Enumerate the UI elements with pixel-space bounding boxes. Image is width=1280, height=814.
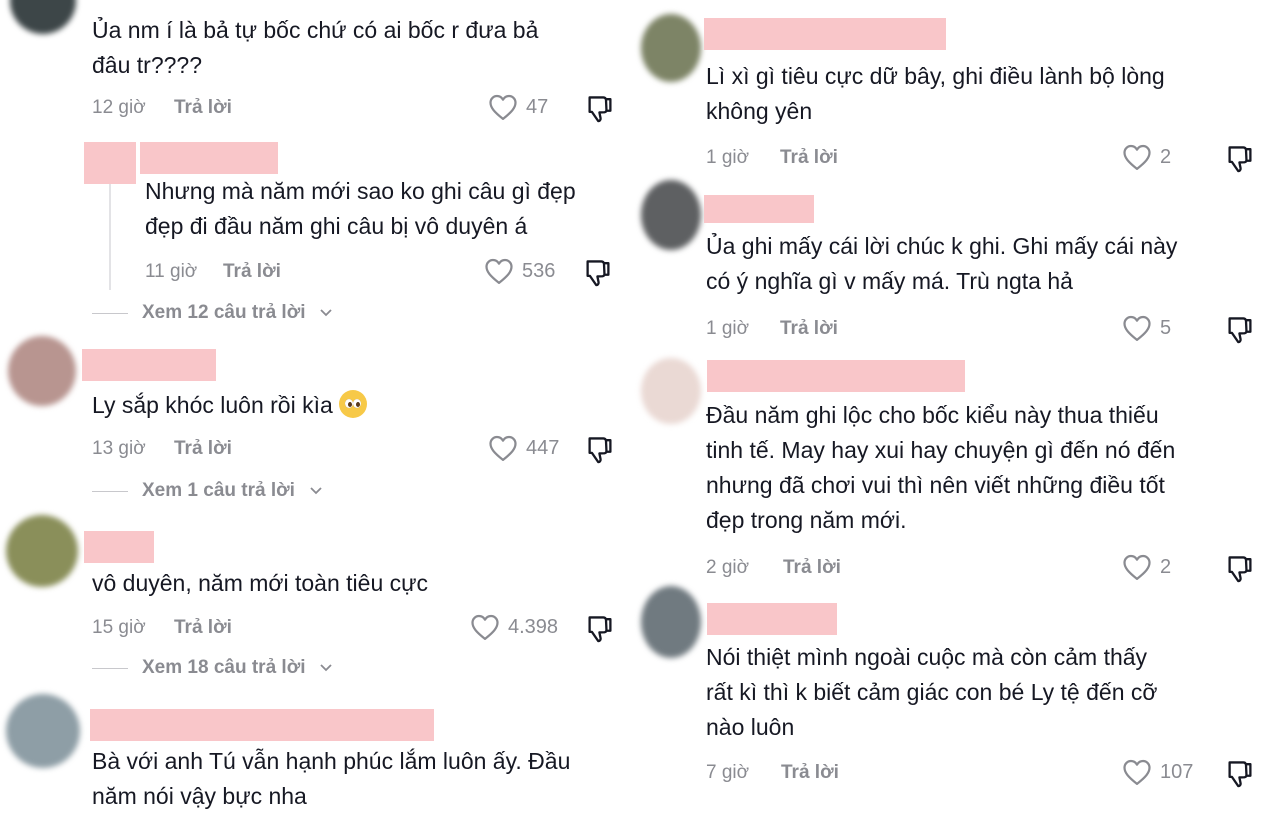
thumbs-down-icon	[1226, 554, 1254, 584]
comment-time: 1 giờ	[706, 147, 750, 168]
username-redacted[interactable]	[704, 18, 946, 50]
thumbs-down-icon	[586, 94, 614, 124]
thumbs-down-icon	[1226, 144, 1254, 174]
username-redacted[interactable]	[140, 142, 278, 174]
dislike-button[interactable]	[584, 258, 612, 288]
avatar[interactable]	[6, 515, 78, 587]
comment-text: Nhưng mà năm mới sao ko ghi câu gì đẹp đ…	[145, 178, 576, 239]
like-button[interactable]: 4.398	[470, 613, 558, 641]
avatar-redacted[interactable]	[84, 142, 136, 184]
dislike-button[interactable]	[586, 435, 614, 465]
like-count: 4.398	[508, 615, 559, 638]
reply-button[interactable]: Trả lời	[780, 318, 838, 340]
thumbs-down-icon	[584, 258, 612, 288]
username-redacted[interactable]	[707, 603, 837, 635]
comment-time: 11 giờ	[145, 261, 198, 282]
reply-button[interactable]: Trả lời	[174, 97, 232, 119]
comment-time: 15 giờ	[92, 617, 146, 638]
view-more-label: Xem 18 câu trả lời	[142, 657, 306, 678]
dislike-button[interactable]	[586, 94, 614, 124]
dislike-button[interactable]	[1226, 315, 1254, 345]
thumbs-down-icon	[586, 614, 614, 644]
comment-text: Ủa nm í là bả tự bốc chứ có ai bốc r đưa…	[92, 17, 539, 78]
comment-time: 13 giờ	[92, 438, 146, 459]
thumbs-down-icon	[586, 435, 614, 465]
comment-time: 2 giờ	[706, 557, 750, 578]
username-redacted[interactable]	[707, 360, 965, 392]
like-button[interactable]: 2	[1122, 553, 1171, 581]
thread-line	[109, 183, 111, 290]
comment-time: 1 giờ	[706, 318, 750, 339]
dislike-button[interactable]	[1226, 144, 1254, 174]
username-redacted[interactable]	[704, 195, 814, 223]
reply-button[interactable]: Trả lời	[174, 438, 232, 460]
comment-text: Đầu năm ghi lộc cho bốc kiểu này thua th…	[706, 402, 1176, 533]
reply-button[interactable]: Trả lời	[781, 762, 839, 784]
like-count: 107	[1160, 760, 1194, 783]
chevron-down-icon	[309, 486, 323, 496]
view-more-replies[interactable]: Xem 1 câu trả lời	[92, 480, 323, 502]
avatar[interactable]	[641, 586, 701, 658]
divider	[92, 312, 128, 314]
chevron-down-icon	[319, 663, 333, 673]
comment-text: Nói thiệt mình ngoài cuộc mà còn cảm thấ…	[706, 644, 1158, 740]
heart-outline-icon	[1122, 758, 1152, 786]
comment-text: Lì xì gì tiêu cực dữ bây, ghi điều lành …	[706, 63, 1165, 124]
avatar[interactable]	[641, 14, 701, 82]
comment-text: Ly sắp khóc luôn rồi kìa	[92, 388, 368, 423]
reply-button[interactable]: Trả lời	[174, 617, 232, 639]
reply-button[interactable]: Trả lời	[780, 147, 838, 169]
heart-outline-icon	[1122, 553, 1152, 581]
view-more-replies[interactable]: Xem 12 câu trả lời	[92, 302, 333, 324]
comment-text: vô duyên, năm mới toàn tiêu cực	[92, 570, 429, 596]
like-button[interactable]: 47	[488, 93, 548, 121]
dislike-button[interactable]	[586, 614, 614, 644]
reply-button[interactable]: Trả lời	[783, 557, 841, 579]
view-more-label: Xem 1 câu trả lời	[142, 480, 295, 501]
avatar[interactable]	[641, 180, 701, 250]
like-count: 2	[1160, 145, 1172, 168]
divider	[92, 490, 128, 492]
reply-button[interactable]: Trả lời	[223, 261, 281, 283]
dislike-button[interactable]	[1226, 554, 1254, 584]
heart-outline-icon	[470, 613, 500, 641]
heart-outline-icon	[488, 434, 518, 462]
like-count: 47	[526, 95, 549, 118]
heart-outline-icon	[484, 257, 514, 285]
username-redacted[interactable]	[90, 709, 434, 741]
thumbs-down-icon	[1226, 315, 1254, 345]
comment-time: 7 giờ	[706, 762, 750, 783]
like-count: 536	[522, 259, 556, 282]
divider	[92, 667, 128, 669]
view-more-label: Xem 12 câu trả lời	[142, 302, 306, 323]
like-button[interactable]: 5	[1122, 314, 1171, 342]
like-count: 5	[1160, 316, 1172, 339]
like-button[interactable]: 107	[1122, 758, 1193, 786]
heart-outline-icon	[1122, 314, 1152, 342]
chevron-down-icon	[319, 308, 333, 318]
comment-column-left: Ủa nm í là bả tự bốc chứ có ai bốc r đưa…	[0, 0, 635, 809]
like-count: 2	[1160, 555, 1172, 578]
like-button[interactable]: 2	[1122, 143, 1171, 171]
like-button[interactable]: 447	[488, 434, 559, 462]
avatar[interactable]	[10, 0, 76, 34]
avatar[interactable]	[6, 694, 80, 768]
pleading-face-emoji	[339, 390, 368, 418]
heart-outline-icon	[488, 93, 518, 121]
comment-text: Bà với anh Tú vẫn hạnh phúc lắm luôn ấy.…	[92, 748, 571, 809]
comment-column-right: Lì xì gì tiêu cực dữ bây, ghi điều lành …	[639, 0, 1280, 806]
username-redacted[interactable]	[82, 349, 216, 381]
avatar[interactable]	[8, 336, 76, 406]
view-more-replies[interactable]: Xem 18 câu trả lời	[92, 657, 333, 679]
comment-text-content: Ly sắp khóc luôn rồi kìa	[92, 392, 333, 418]
thumbs-down-icon	[1226, 759, 1254, 789]
comment-text: Ủa ghi mấy cái lời chúc k ghi. Ghi mấy c…	[706, 233, 1178, 294]
heart-outline-icon	[1122, 143, 1152, 171]
comment-time: 12 giờ	[92, 97, 146, 118]
avatar[interactable]	[641, 358, 701, 424]
like-button[interactable]: 536	[484, 257, 555, 285]
like-count: 447	[526, 436, 560, 459]
username-redacted[interactable]	[84, 531, 154, 563]
dislike-button[interactable]	[1226, 759, 1254, 789]
